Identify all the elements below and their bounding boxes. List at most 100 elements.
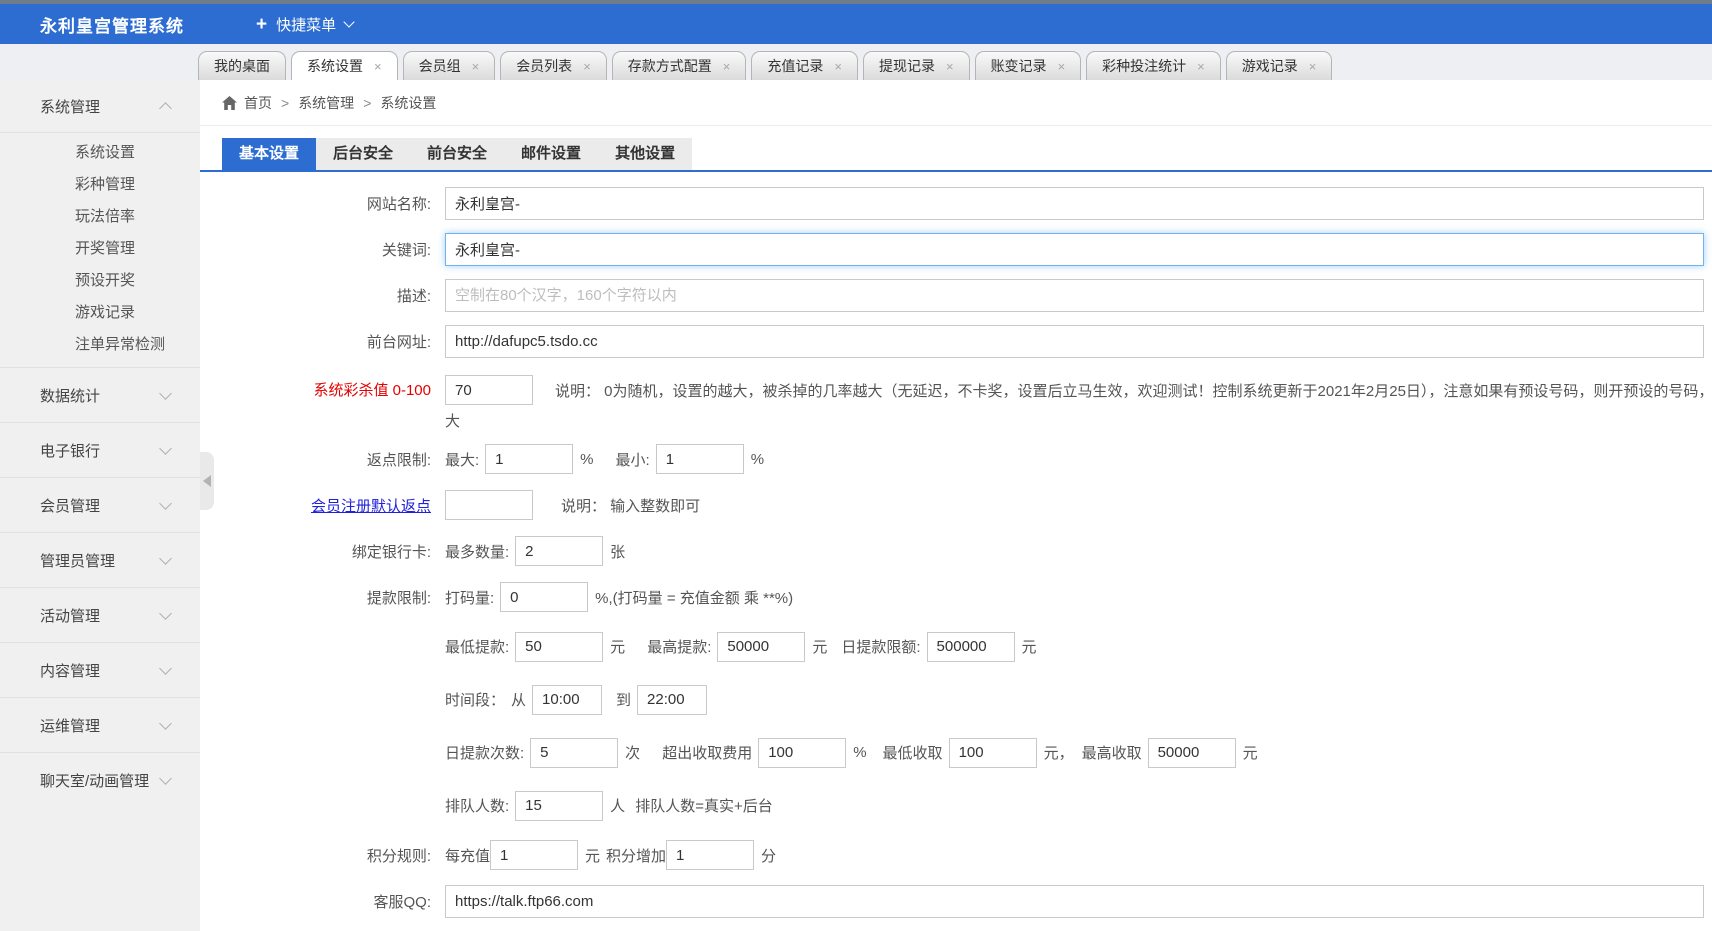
window-tab-label: 我的桌面 — [214, 58, 270, 74]
window-tab-withdraw-records[interactable]: 提现记录 × — [862, 51, 970, 80]
service-qq-input[interactable] — [445, 884, 1704, 918]
tab-other-settings[interactable]: 其他设置 — [598, 138, 692, 170]
window-tab-recharge-records[interactable]: 充值记录 × — [751, 51, 858, 80]
sidebar-item-bet-anomaly-detection[interactable]: 注单异常检测 — [0, 329, 200, 361]
sidebar-section-content-management[interactable]: 内容管理 — [0, 642, 200, 697]
time-from-input[interactable] — [532, 684, 603, 715]
rebate-max-input[interactable] — [485, 444, 574, 474]
close-icon[interactable]: × — [834, 60, 842, 73]
sidebar-section-label: 内容管理 — [40, 662, 101, 680]
time-range-label: 时间段： — [445, 692, 506, 709]
withdraw-max-input[interactable] — [717, 631, 806, 662]
close-icon[interactable]: × — [946, 60, 954, 73]
points-add-input[interactable] — [666, 840, 755, 870]
window-tab-lottery-bet-stats[interactable]: 彩种投注统计 × — [1086, 51, 1221, 80]
form-row-withdraw-limit: 提款限制: 打码量: %,(打码量 = 充值金额 乘 **%) — [222, 574, 1712, 620]
withdraw-times-input[interactable] — [530, 737, 619, 768]
keywords-input[interactable] — [445, 232, 1704, 266]
app-title: 永利皇宫管理系统 — [40, 16, 184, 36]
breadcrumb-item-system-settings: 系统设置 — [380, 94, 437, 111]
rebate-max-percent: % — [580, 450, 594, 468]
window-tab-member-list[interactable]: 会员列表 × — [500, 51, 607, 80]
queue-input[interactable] — [515, 790, 604, 821]
form-row-queue: 排队人数: 人 排队人数=真实+后台 — [222, 779, 1712, 832]
sidebar-item-preset-draw[interactable]: 预设开奖 — [0, 265, 200, 297]
sidebar-item-play-odds[interactable]: 玩法倍率 — [0, 201, 200, 233]
fee-input[interactable] — [758, 737, 847, 768]
kill-value-input[interactable] — [445, 375, 533, 405]
bank-card-qty-label: 最多数量: — [445, 543, 510, 561]
close-icon[interactable]: × — [1058, 60, 1066, 73]
home-icon — [222, 95, 237, 110]
rebate-limit-label: 返点限制: — [366, 451, 431, 469]
sidebar-section-label: 系统管理 — [40, 98, 101, 116]
close-icon[interactable]: × — [1197, 60, 1205, 73]
sidebar-section-member-management[interactable]: 会员管理 — [0, 477, 200, 532]
queue-unit: 人 — [610, 798, 626, 815]
close-icon[interactable]: × — [723, 60, 731, 73]
tab-backend-security[interactable]: 后台安全 — [316, 138, 410, 170]
close-icon[interactable]: × — [374, 60, 382, 73]
sidebar-section-activity-management[interactable]: 活动管理 — [0, 587, 200, 642]
breadcrumb-item-home[interactable]: 首页 — [244, 93, 272, 113]
form-row-withdraw-times: 日提款次数: 次 超出收取费用 % 最低收取 元， 最高收取 元 — [222, 726, 1712, 779]
sidebar-item-system-settings[interactable]: 系统设置 — [0, 137, 200, 169]
window-tab-my-desktop[interactable]: 我的桌面 — [198, 51, 286, 80]
withdraw-min-label: 最低提款: — [445, 639, 510, 656]
top-navbar: 永利皇宫管理系统 + 快捷菜单 — [0, 4, 1712, 44]
chevron-down-icon — [159, 606, 172, 620]
sidebar-section-system-management[interactable]: 系统管理 — [0, 80, 200, 132]
form-row-register-rebate: 会员注册默认返点 说明： 输入整数即可 — [222, 482, 1712, 528]
sidebar-item-game-records[interactable]: 游戏记录 — [0, 297, 200, 329]
min-fee-unit: 元， — [1043, 745, 1074, 762]
sidebar-section-label: 数据统计 — [40, 387, 101, 405]
register-rebate-link[interactable]: 会员注册默认返点 — [222, 495, 445, 516]
close-icon[interactable]: × — [583, 60, 591, 73]
quick-menu-button[interactable]: + 快捷菜单 — [256, 14, 355, 35]
withdraw-max-unit: 元 — [812, 639, 828, 656]
bank-card-qty-input[interactable] — [515, 536, 604, 566]
time-to-input[interactable] — [637, 684, 708, 715]
window-tab-account-change-records[interactable]: 账变记录 × — [974, 51, 1082, 80]
dama-input[interactable] — [500, 582, 589, 612]
form-row-withdraw-amounts: 最低提款: 元 最高提款: 元 日提款限额: 元 — [222, 620, 1712, 673]
window-tab-member-group[interactable]: 会员组 × — [402, 51, 496, 80]
window-tab-label: 会员列表 — [516, 58, 573, 74]
withdraw-limit-label: 提款限制: — [366, 589, 431, 607]
sidebar-section-admin-management[interactable]: 管理员管理 — [0, 532, 200, 587]
keywords-label: 关键词: — [381, 241, 431, 259]
window-tab-system-settings[interactable]: 系统设置 × — [291, 51, 398, 80]
register-rebate-input[interactable] — [445, 490, 533, 520]
sidebar-item-lottery-management[interactable]: 彩种管理 — [0, 169, 200, 201]
window-tab-game-records[interactable]: 游戏记录 × — [1225, 51, 1333, 80]
sidebar-submenu-system-management: 系统设置 彩种管理 玩法倍率 开奖管理 预设开奖 游戏记录 注单异常检测 — [0, 132, 200, 367]
sidebar-section-e-banking[interactable]: 电子银行 — [0, 422, 200, 477]
description-input[interactable] — [445, 278, 1704, 312]
max-fee-input[interactable] — [1147, 737, 1236, 768]
close-icon[interactable]: × — [472, 60, 480, 73]
sidebar-section-label: 会员管理 — [40, 497, 101, 515]
rebate-min-input[interactable] — [655, 444, 744, 474]
tab-mail-settings[interactable]: 邮件设置 — [504, 138, 598, 170]
close-icon[interactable]: × — [1309, 60, 1317, 73]
sidebar-section-chatroom-animation[interactable]: 聊天室/动画管理 — [0, 752, 200, 807]
front-url-label: 前台网址: — [366, 333, 431, 351]
tab-basic-settings[interactable]: 基本设置 — [222, 138, 317, 170]
window-tab-deposit-config[interactable]: 存款方式配置 × — [611, 51, 747, 80]
kill-value-remark: 说明： 0为随机，设置的越大，被杀掉的几率越大（无延迟，不卡奖，设置后立马生效，… — [555, 382, 1704, 400]
min-fee-input[interactable] — [948, 737, 1037, 768]
chevron-down-icon — [343, 16, 355, 28]
sidebar-item-draw-management[interactable]: 开奖管理 — [0, 233, 200, 265]
tab-frontend-security[interactable]: 前台安全 — [410, 138, 504, 170]
site-name-input[interactable] — [445, 186, 1704, 220]
sidebar-collapse-handle[interactable] — [200, 452, 214, 510]
withdraw-min-input[interactable] — [515, 631, 604, 662]
sidebar-section-ops-management[interactable]: 运维管理 — [0, 697, 200, 752]
withdraw-times-unit: 次 — [625, 745, 641, 762]
breadcrumb-item-system-management[interactable]: 系统管理 — [298, 93, 354, 113]
sidebar-section-data-statistics[interactable]: 数据统计 — [0, 367, 200, 422]
withdraw-daily-input[interactable] — [926, 631, 1015, 662]
front-url-input[interactable] — [445, 324, 1704, 358]
points-per-input[interactable] — [490, 840, 579, 870]
dama-suffix: %,(打码量 = 充值金额 乘 **%) — [595, 589, 794, 607]
